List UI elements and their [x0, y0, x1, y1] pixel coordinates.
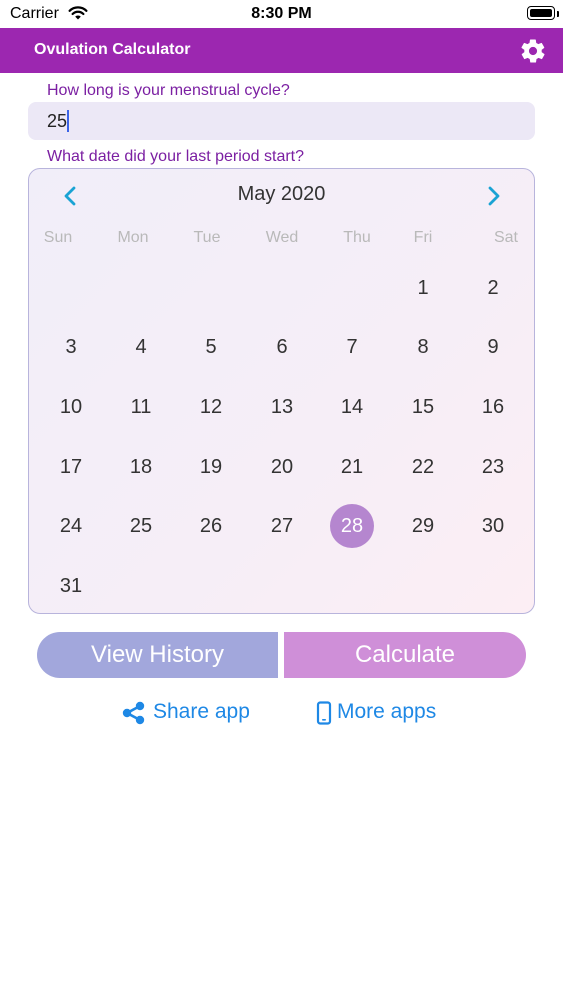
calendar-day[interactable]: 4 [119, 325, 163, 369]
calendar-day[interactable]: 26 [189, 504, 233, 548]
gear-icon[interactable] [519, 37, 547, 65]
share-app-label: Share app [153, 700, 250, 723]
calendar-day[interactable]: 13 [260, 385, 304, 429]
calendar-day[interactable]: 8 [401, 325, 445, 369]
calendar-day[interactable]: 2 [471, 266, 515, 310]
page-title: Ovulation Calculator [34, 41, 191, 58]
status-bar: Carrier 8:30 PM [0, 0, 563, 28]
calendar-day[interactable]: 21 [330, 445, 374, 489]
calendar-day[interactable]: 17 [49, 445, 93, 489]
text-caret [67, 110, 70, 133]
calendar-day[interactable]: 14 [330, 385, 374, 429]
calendar-day[interactable]: 30 [471, 504, 515, 548]
last-period-label: What date did your last period start? [47, 148, 305, 165]
more-apps-link[interactable]: More apps [316, 698, 456, 726]
calendar-day[interactable]: 6 [260, 325, 304, 369]
battery-icon [527, 6, 555, 20]
calculate-button[interactable]: Calculate [284, 632, 526, 678]
weekday-label: Sat [493, 229, 518, 246]
cycle-length-label: How long is your menstrual cycle? [47, 82, 290, 99]
calendar-day[interactable]: 23 [471, 445, 515, 489]
calendar-day[interactable]: 11 [119, 385, 163, 429]
weekday-label: Sun [43, 229, 73, 246]
calendar-day[interactable]: 22 [401, 445, 445, 489]
calendar-day[interactable]: 15 [401, 385, 445, 429]
calendar: May 2020 Sun Mon Tue Wed Thu Fri Sat 1 2 3 4 5 6 7 8 9 1… [28, 168, 535, 614]
app-header: Ovulation Calculator [0, 28, 563, 73]
cycle-length-input[interactable]: 25 [28, 102, 535, 140]
calendar-day[interactable]: 18 [119, 445, 163, 489]
weekday-label: Tue [193, 229, 221, 246]
weekday-label: Fri [413, 229, 433, 246]
calendar-day[interactable]: 16 [471, 385, 515, 429]
calendar-day[interactable]: 27 [260, 504, 304, 548]
weekday-label: Thu [343, 229, 371, 246]
calendar-day[interactable]: 20 [260, 445, 304, 489]
calendar-day[interactable]: 29 [401, 504, 445, 548]
calendar-day[interactable]: 9 [471, 325, 515, 369]
calendar-day-selected[interactable]: 28 [330, 504, 374, 548]
calendar-day[interactable]: 31 [49, 564, 93, 608]
share-icon [122, 701, 145, 725]
calendar-day[interactable]: 7 [330, 325, 374, 369]
calendar-month-label: May 2020 [237, 183, 326, 205]
calendar-day[interactable]: 3 [49, 325, 93, 369]
calendar-day[interactable]: 24 [49, 504, 93, 548]
calendar-day[interactable]: 12 [189, 385, 233, 429]
view-history-button[interactable]: View History [37, 632, 278, 678]
share-app-link[interactable]: Share app [121, 698, 261, 726]
clock: 8:30 PM [251, 5, 312, 22]
phone-icon [316, 701, 332, 725]
calendar-day[interactable]: 1 [401, 266, 445, 310]
more-apps-label: More apps [337, 700, 437, 723]
weekday-label: Wed [265, 229, 299, 246]
calendar-day[interactable]: 10 [49, 385, 93, 429]
weekday-label: Mon [117, 229, 149, 246]
chevron-right-icon[interactable] [485, 185, 503, 207]
calendar-day[interactable]: 19 [189, 445, 233, 489]
battery-nub [557, 11, 559, 17]
calendar-day[interactable]: 5 [189, 325, 233, 369]
cycle-length-value: 25 [47, 111, 68, 131]
calendar-day[interactable]: 25 [119, 504, 163, 548]
